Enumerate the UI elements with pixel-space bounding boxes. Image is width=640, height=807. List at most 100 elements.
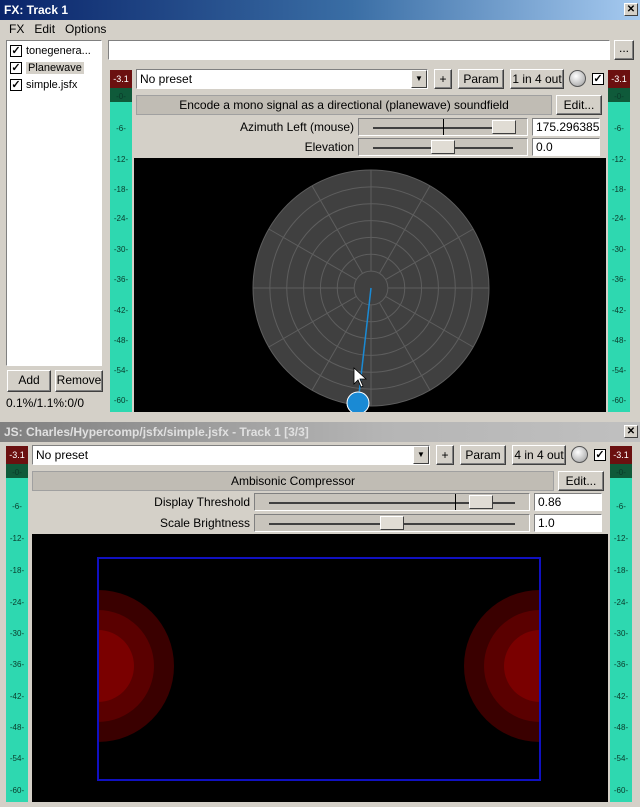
elevation-label: Elevation xyxy=(304,140,354,154)
preset-value: No preset xyxy=(140,72,193,86)
output-meter-2: -3.1 -0- -6- -12- -18- -24- -30- -36- -4… xyxy=(610,446,632,802)
meter-tick: -60- xyxy=(613,786,629,795)
menu-edit[interactable]: Edit xyxy=(29,20,60,38)
close-icon[interactable]: ✕ xyxy=(624,425,638,438)
add-preset-button[interactable]: + xyxy=(434,69,452,89)
fx-chain-list[interactable]: ✓ tonegenera... ✓ Planewave ✓ simple.jsf… xyxy=(6,40,102,366)
fx-window-titlebar[interactable]: FX: Track 1 ✕ xyxy=(0,0,640,20)
fx-item-planewave[interactable]: ✓ Planewave xyxy=(10,60,84,76)
close-icon[interactable]: ✕ xyxy=(624,3,638,16)
fx-name-field[interactable] xyxy=(108,40,610,60)
output-meter: -3.1 -0- -6- -12- -18- -24- -30- -36- -4… xyxy=(608,70,630,412)
chevron-down-icon[interactable]: ▼ xyxy=(411,70,427,88)
fx-item-label: simple.jsfx xyxy=(26,79,78,91)
slider-thumb[interactable] xyxy=(469,495,494,509)
brightness-label: Scale Brightness xyxy=(159,516,250,530)
meter-tick: -24- xyxy=(9,598,25,607)
meter-tick: -0- xyxy=(12,468,22,477)
peak-readout: -3.1 xyxy=(110,70,132,88)
fx-item-label: tonegenera... xyxy=(26,45,91,57)
brightness-value[interactable]: 1.0 xyxy=(534,514,602,532)
edit-button[interactable]: Edit... xyxy=(556,95,602,115)
bypass-checkbox[interactable]: ✓ xyxy=(592,73,604,85)
meter-tick: -42- xyxy=(113,306,129,315)
meter-tick: -24- xyxy=(611,214,627,223)
enable-checkbox[interactable]: ✓ xyxy=(10,62,22,74)
meter-tick: -30- xyxy=(9,629,25,638)
routing-button[interactable]: 4 in 4 out xyxy=(512,445,566,465)
meter-tick: -48- xyxy=(9,723,25,732)
enable-checkbox[interactable]: ✓ xyxy=(10,45,22,57)
menu-options[interactable]: Options xyxy=(60,20,111,38)
preset-dropdown[interactable]: No preset ▼ xyxy=(136,69,428,89)
menu-fx[interactable]: FX xyxy=(4,20,29,38)
planewave-display[interactable] xyxy=(134,158,606,412)
meter-tick: -6- xyxy=(616,502,626,511)
wet-knob-icon[interactable] xyxy=(571,446,588,463)
param-button[interactable]: Param xyxy=(460,445,506,465)
add-fx-button[interactable]: Add xyxy=(7,370,51,392)
meter-tick: -36- xyxy=(613,660,629,669)
param-button[interactable]: Param xyxy=(458,69,504,89)
routing-button[interactable]: 1 in 4 out xyxy=(510,69,564,89)
meter-tick: -48- xyxy=(613,723,629,732)
source-position-handle[interactable] xyxy=(346,391,370,412)
slider-thumb[interactable] xyxy=(492,120,517,134)
meter-tick: -54- xyxy=(611,366,627,375)
fx-item-label: Planewave xyxy=(26,62,84,74)
azimuth-value[interactable]: 175.296385 xyxy=(532,118,600,136)
edit-button[interactable]: Edit... xyxy=(558,471,604,491)
brightness-slider[interactable] xyxy=(254,514,530,532)
menu-bar: FX Edit Options xyxy=(0,20,640,38)
meter-tick: -30- xyxy=(113,245,129,254)
more-options-button[interactable]: ... xyxy=(614,40,634,60)
meter-tick: -12- xyxy=(613,534,629,543)
fx-window-title: FX: Track 1 xyxy=(4,3,69,17)
bypass-checkbox[interactable]: ✓ xyxy=(594,449,606,461)
enable-checkbox[interactable]: ✓ xyxy=(10,79,22,91)
add-preset-button[interactable]: + xyxy=(436,445,454,465)
meter-tick: -60- xyxy=(611,396,627,405)
compressor-display[interactable] xyxy=(32,534,608,802)
meter-tick: -6- xyxy=(116,124,126,133)
polar-plot[interactable] xyxy=(134,158,606,412)
meter-tick: -24- xyxy=(113,214,129,223)
meter-tick: -36- xyxy=(611,275,627,284)
meter-tick: -60- xyxy=(113,396,129,405)
slider-thumb[interactable] xyxy=(380,516,404,530)
meter-tick: -36- xyxy=(113,275,129,284)
plugin-description: Encode a mono signal as a directional (p… xyxy=(136,95,552,115)
js-window-titlebar[interactable]: JS: Charles/Hypercomp/jsfx/simple.jsfx -… xyxy=(0,422,640,442)
wet-knob-icon[interactable] xyxy=(569,70,586,87)
peak-readout: -3.1 xyxy=(610,446,632,464)
peak-readout: -3.1 xyxy=(6,446,28,464)
meter-tick: -30- xyxy=(611,245,627,254)
meter-tick: -6- xyxy=(12,502,22,511)
azimuth-label: Azimuth Left (mouse) xyxy=(239,120,354,134)
fx-item-tonegenerator[interactable]: ✓ tonegenera... xyxy=(10,43,91,59)
meter-tick: -0- xyxy=(614,92,624,101)
elevation-slider[interactable] xyxy=(358,138,528,156)
meter-tick: -0- xyxy=(116,92,126,101)
meter-tick: -18- xyxy=(611,185,627,194)
meter-tick: -6- xyxy=(614,124,624,133)
input-meter-2: -3.1 -0- -6- -12- -18- -24- -30- -36- -4… xyxy=(6,446,28,802)
plugin-description: Ambisonic Compressor xyxy=(32,471,554,491)
preset-dropdown-2[interactable]: No preset ▼ xyxy=(32,445,430,465)
preset-value: No preset xyxy=(36,448,89,462)
chevron-down-icon[interactable]: ▼ xyxy=(413,446,429,464)
slider-thumb[interactable] xyxy=(431,140,455,154)
threshold-value[interactable]: 0.86 xyxy=(534,493,602,511)
meter-tick: -54- xyxy=(113,366,129,375)
threshold-slider[interactable] xyxy=(254,493,530,511)
remove-fx-button[interactable]: Remove xyxy=(55,370,103,392)
meter-tick: -42- xyxy=(9,692,25,701)
meter-tick: -0- xyxy=(616,468,626,477)
meter-tick: -54- xyxy=(613,754,629,763)
meter-tick: -48- xyxy=(113,336,129,345)
meter-tick: -24- xyxy=(613,598,629,607)
elevation-value[interactable]: 0.0 xyxy=(532,138,600,156)
fx-item-simple-jsfx[interactable]: ✓ simple.jsfx xyxy=(10,77,77,93)
azimuth-slider[interactable] xyxy=(358,118,528,136)
meter-tick: -12- xyxy=(611,155,627,164)
